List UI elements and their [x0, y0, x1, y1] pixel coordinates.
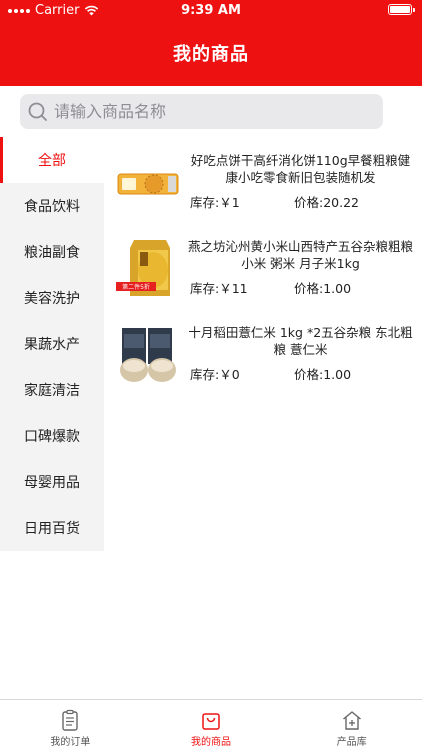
status-time: 9:39 AM: [181, 3, 241, 18]
bag-icon: [202, 713, 220, 730]
battery-icon: [388, 4, 415, 15]
category-label: 食品饮料: [24, 199, 80, 215]
product-badge-text: 第二件5折: [122, 283, 150, 291]
product-stock: 库存:￥0: [190, 367, 240, 382]
category-item-cleaning[interactable]: 家庭清洁: [0, 367, 104, 413]
category-label: 美容洗护: [24, 291, 80, 307]
barley-product-image: [120, 328, 176, 382]
tab-product-library[interactable]: 产品库: [281, 700, 422, 750]
product-price: 价格:1.00: [294, 281, 352, 296]
product-stock: 库存:￥11: [190, 281, 248, 296]
product-price: 价格:1.00: [294, 367, 352, 382]
millet-product-image: 第二件5折: [116, 240, 170, 296]
tab-label: 我的商品: [191, 737, 231, 748]
product-price: 价格:20.22: [294, 195, 359, 210]
category-label: 粮油副食: [24, 245, 80, 261]
page-title: 我的商品: [173, 44, 249, 65]
tab-my-products[interactable]: 我的商品: [141, 700, 282, 750]
product-row[interactable]: 第二件5折 燕之坊沁州黄小米山西特产五谷杂粮粗粮 小米 粥米 月子米1kg 库存…: [110, 226, 415, 310]
product-name: 燕之坊沁州黄小米山西特产五谷杂粮粗粮 小米 粥米 月子米1kg: [188, 239, 414, 271]
search-bar[interactable]: [20, 94, 383, 129]
category-item-all[interactable]: 全部: [0, 137, 104, 183]
category-label: 全部: [38, 153, 66, 169]
category-item-baby[interactable]: 母婴用品: [0, 459, 104, 505]
product-stock: 库存:￥1: [190, 195, 240, 210]
tab-label: 我的订单: [50, 737, 91, 748]
category-label: 家庭清洁: [24, 383, 80, 399]
product-list: 好吃点饼干高纤消化饼110g早餐粗粮健康小吃零食新旧包装随机发 库存:￥1 价格…: [110, 140, 415, 398]
category-item-grain-oil[interactable]: 粮油副食: [0, 229, 104, 275]
category-item-popular[interactable]: 口碑爆款: [0, 413, 104, 459]
category-item-daily[interactable]: 日用百货: [0, 505, 104, 551]
category-label: 口碑爆款: [24, 429, 80, 445]
category-sidebar: 全部 食品饮料 粮油副食 美容洗护 果蔬水产 家庭清洁 口碑爆款 母婴用品 日用…: [0, 137, 104, 551]
tab-bar: 我的订单 我的商品 产品库: [0, 699, 422, 750]
tab-my-orders[interactable]: 我的订单: [0, 700, 141, 750]
biscuit-product-image: [117, 173, 179, 195]
category-label: 日用百货: [24, 521, 80, 537]
category-item-beauty[interactable]: 美容洗护: [0, 275, 104, 321]
category-label: 果蔬水产: [24, 337, 80, 353]
product-row[interactable]: 好吃点饼干高纤消化饼110g早餐粗粮健康小吃零食新旧包装随机发 库存:￥1 价格…: [110, 140, 415, 224]
category-item-produce[interactable]: 果蔬水产: [0, 321, 104, 367]
status-bar: Carrier 9:39 AM: [0, 0, 422, 22]
search-input[interactable]: [54, 102, 354, 121]
nav-header: Carrier 9:39 AM 我的商品: [0, 0, 422, 86]
category-item-food-drinks[interactable]: 食品饮料: [0, 183, 104, 229]
product-name: 十月稻田薏仁米 1kg *2五谷杂粮 东北粗粮 薏仁米: [188, 325, 413, 357]
tab-label: 产品库: [336, 737, 367, 748]
search-icon: [28, 102, 47, 121]
product-name: 好吃点饼干高纤消化饼110g早餐粗粮健康小吃零食新旧包装随机发: [190, 153, 411, 185]
category-label: 母婴用品: [24, 475, 80, 491]
product-row[interactable]: 十月稻田薏仁米 1kg *2五谷杂粮 东北粗粮 薏仁米 库存:￥0 价格:1.0…: [110, 312, 415, 396]
house-icon: [342, 711, 361, 730]
clipboard-icon: [62, 709, 79, 731]
